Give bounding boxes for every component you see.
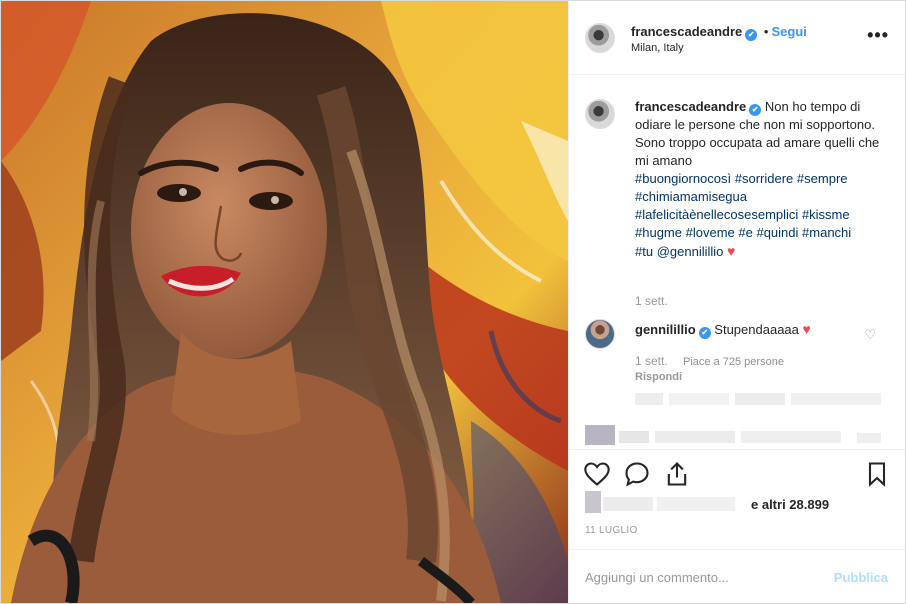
author-line: francescadeandre ✔ • Segui: [631, 24, 807, 41]
hashtag[interactable]: #tu: [635, 244, 653, 259]
redacted-liker: [585, 491, 745, 515]
add-comment-bar: Pubblica: [569, 549, 905, 603]
likes-summary: e altri 28.899: [585, 489, 895, 517]
hashtag[interactable]: #sorridere: [735, 171, 794, 186]
post-header: francescadeandre ✔ • Segui Milan, Italy ••…: [569, 1, 905, 75]
caption-body-2: Sono troppo occupata ad amare quelli che…: [635, 135, 880, 168]
redacted-row: [585, 421, 881, 445]
redacted-row: [635, 393, 881, 405]
publish-button[interactable]: Pubblica: [834, 570, 888, 585]
post-location[interactable]: Milan, Italy: [631, 42, 684, 54]
red-heart-icon: ♥: [727, 243, 736, 259]
caption-time[interactable]: 1 sett.: [635, 294, 668, 308]
verified-badge-icon: ✔: [749, 104, 762, 116]
comment-text: gennilillio ✔ Stupendaaaaa ♥: [635, 320, 865, 339]
author-avatar[interactable]: [585, 23, 615, 53]
hashtag[interactable]: #hugme: [635, 225, 682, 240]
action-bar: [569, 449, 905, 490]
follow-button[interactable]: Segui: [771, 24, 806, 39]
verified-badge-icon: ✔: [698, 327, 711, 339]
hashtag[interactable]: #kissme: [802, 207, 850, 222]
hashtag[interactable]: #sempre: [797, 171, 848, 186]
caption-avatar[interactable]: [585, 99, 615, 129]
commenter-avatar[interactable]: [585, 319, 615, 349]
share-icon[interactable]: [663, 460, 691, 488]
bookmark-icon[interactable]: [863, 460, 891, 488]
mention-link[interactable]: @gennilillio: [657, 244, 724, 259]
more-options-icon[interactable]: •••: [867, 26, 889, 44]
hashtag[interactable]: #chimiamamisegua: [635, 189, 747, 204]
red-heart-icon: ♥: [802, 321, 811, 337]
post-photo[interactable]: [1, 1, 568, 603]
comment-bubble-icon[interactable]: [623, 460, 651, 488]
hashtag[interactable]: #manchi: [802, 225, 851, 240]
reply-button[interactable]: Rispondi: [635, 371, 682, 383]
separator-dot: •: [763, 24, 769, 39]
comment-like-heart-icon[interactable]: ♡: [864, 327, 876, 343]
comment-meta: 1 sett. Piace a 725 persone: [635, 354, 784, 368]
hashtag[interactable]: #lafelicitàènellecosesemplici: [635, 207, 798, 222]
photo-illustration: [1, 1, 568, 603]
likes-count[interactable]: e altri 28.899: [751, 497, 829, 512]
comment-body: Stupendaaaaa: [714, 322, 799, 337]
post-date[interactable]: 11 LUGLIO: [585, 525, 638, 536]
hashtag[interactable]: #e: [738, 225, 752, 240]
verified-badge-icon: ✔: [745, 29, 758, 41]
comment-input[interactable]: [585, 567, 815, 587]
author-username[interactable]: francescadeandre: [631, 24, 742, 39]
caption-text: francescadeandre ✔ Non ho tempo di odiare…: [635, 98, 885, 261]
post-sidebar: francescadeandre ✔ • Segui Milan, Italy ••…: [568, 1, 905, 603]
instagram-post: francescadeandre ✔ • Segui Milan, Italy ••…: [0, 0, 906, 604]
hashtag[interactable]: #quindi: [756, 225, 798, 240]
hashtag[interactable]: #buongiornocosì: [635, 171, 731, 186]
like-heart-icon[interactable]: [583, 460, 611, 488]
comment-time[interactable]: 1 sett.: [635, 354, 668, 368]
hashtag[interactable]: #loveme: [686, 225, 735, 240]
comment-likes[interactable]: Piace a 725 persone: [683, 356, 784, 368]
caption-username[interactable]: francescadeandre: [635, 99, 746, 114]
commenter-username[interactable]: gennilillio: [635, 322, 696, 337]
